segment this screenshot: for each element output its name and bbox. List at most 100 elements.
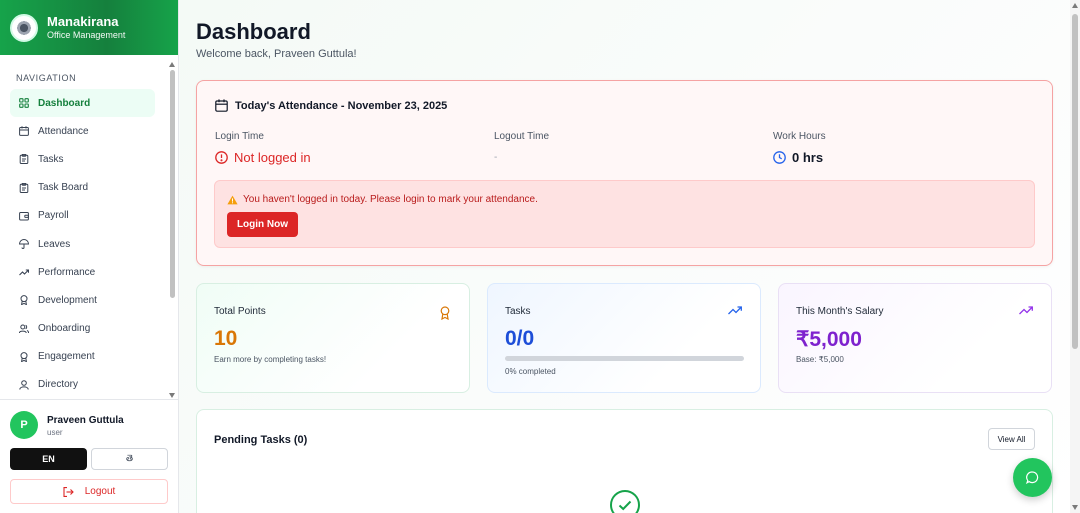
calendar-icon [19,126,29,137]
award-icon [439,306,451,320]
login-time-label: Login Time [215,131,264,142]
work-hours-block: Work Hours 0 hrs [773,131,826,165]
award-icon [19,295,29,306]
logout-label: Logout [84,486,116,497]
sidebar-item-label: Tasks [38,153,64,165]
login-now-button[interactable]: Login Now [227,212,298,237]
logout-icon [63,486,74,497]
page-scrollbar[interactable] [1070,0,1080,513]
login-time-value: Not logged in [234,150,311,165]
sidebar-item-dashboard[interactable]: Dashboard [10,89,155,118]
sidebar-item-directory[interactable]: Directory [10,371,155,399]
trending-up-icon [1019,306,1033,315]
sidebar-item-label: Leaves [38,238,71,250]
clipboard-icon [19,182,29,193]
brand-subtitle: Office Management [47,29,126,40]
main-content: Dashboard Welcome back, Praveen Guttula!… [180,0,1070,513]
user-icon [19,380,29,390]
attendance-card: Today's Attendance - November 23, 2025 L… [196,80,1053,266]
sidebar-item-label: Development [38,294,97,306]
user-panel: P Praveen Guttula user EN తె Logout [0,399,179,513]
user-name: Praveen Guttula [47,415,124,426]
sidebar-item-leaves[interactable]: Leaves [10,230,155,258]
total-points-card: Total Points 10 Earn more by completing … [196,283,470,393]
welcome-message: Welcome back, Praveen Guttula! [196,48,357,60]
login-alert: You haven't logged in today. Please logi… [214,180,1035,248]
stat-title: Tasks [505,306,531,317]
work-hours-value: 0 hrs [792,150,824,165]
attendance-title: Today's Attendance - November 23, 2025 [235,99,448,112]
logout-time-value: - [494,152,498,163]
attendance-header: Today's Attendance - November 23, 2025 [215,99,447,112]
sidebar-item-performance[interactable]: Performance [10,258,155,286]
pending-tasks-title: Pending Tasks (0) [214,434,308,446]
page-scroll-thumb[interactable] [1072,14,1078,349]
sidebar-item-label: Dashboard [38,97,91,109]
clipboard-icon [19,154,29,165]
sidebar-item-label: Directory [38,379,79,391]
warning-icon [227,195,238,205]
stat-value: 10 [214,327,238,350]
scroll-up-arrow[interactable] [1071,3,1078,8]
stat-note: 0% completed [505,367,556,376]
sidebar-nav: NAVIGATION Dashboard Attendance Tasks Ta… [0,56,179,400]
brand-title: Manakirana [47,13,119,29]
scroll-down-arrow[interactable] [169,393,175,398]
scroll-down-arrow[interactable] [1071,505,1078,510]
award-icon [19,351,29,362]
salary-card: This Month's Salary ₹5,000 Base: ₹5,000 [778,283,1052,393]
brand-header[interactable]: Manakirana Office Management [0,0,178,55]
chat-button[interactable] [1013,458,1052,497]
lang-telugu-button[interactable]: తె [91,448,168,470]
logout-button[interactable]: Logout [10,479,168,504]
stat-note: Earn more by completing tasks! [214,355,327,364]
sidebar-item-engagement[interactable]: Engagement [10,343,155,371]
logout-time-label: Logout Time [494,131,550,142]
sidebar-item-onboarding[interactable]: Onboarding [10,315,155,343]
work-hours-label: Work Hours [773,131,826,142]
page-title: Dashboard [196,19,311,44]
tasks-card: Tasks 0/0 0% completed [487,283,761,393]
login-time-block: Login Time Not logged in [215,131,311,165]
view-all-button[interactable]: View All [988,428,1035,450]
alert-circle-icon [215,151,228,164]
pending-tasks-card: Pending Tasks (0) View All [196,409,1053,513]
sidebar-item-label: Performance [38,266,96,278]
stat-value: 0/0 [505,327,535,350]
sidebar-item-tasks[interactable]: Tasks [10,145,155,173]
grid-icon [19,98,29,108]
clock-icon [773,151,786,164]
nav-heading: NAVIGATION [16,73,77,83]
users-icon [19,324,29,334]
umbrella-icon [19,239,29,250]
calendar-icon [215,99,228,112]
sidebar-item-payroll[interactable]: Payroll [10,202,155,230]
check-circle-icon [610,490,640,513]
sidebar-item-development[interactable]: Development [10,286,155,314]
sidebar-item-label: Attendance [38,125,89,137]
trending-up-icon [19,267,29,277]
user-role: user [47,428,63,437]
sidebar-item-attendance[interactable]: Attendance [10,117,155,145]
sidebar-scroll-thumb[interactable] [170,70,175,298]
sidebar: Manakirana Office Management NAVIGATION … [0,0,179,513]
brand-logo [10,13,38,42]
stat-value: ₹5,000 [796,328,862,351]
sidebar-scrollbar[interactable] [169,62,176,398]
message-circle-icon [1026,471,1039,484]
avatar[interactable]: P [10,411,38,439]
sidebar-item-label: Engagement [38,351,95,363]
sidebar-item-label: Payroll [38,210,69,222]
alert-message: You haven't logged in today. Please logi… [243,194,538,205]
sidebar-item-label: Onboarding [38,323,91,335]
stat-title: Total Points [214,306,266,317]
sidebar-item-task-board[interactable]: Task Board [10,174,155,202]
sidebar-item-label: Task Board [38,182,89,194]
scroll-up-arrow[interactable] [169,62,175,67]
trending-up-icon [728,306,742,315]
logout-time-block: Logout Time - [494,131,549,163]
wallet-icon [19,211,29,221]
tasks-progress-bar [505,356,744,361]
stat-note: Base: ₹5,000 [796,355,844,364]
lang-en-button[interactable]: EN [10,448,87,470]
